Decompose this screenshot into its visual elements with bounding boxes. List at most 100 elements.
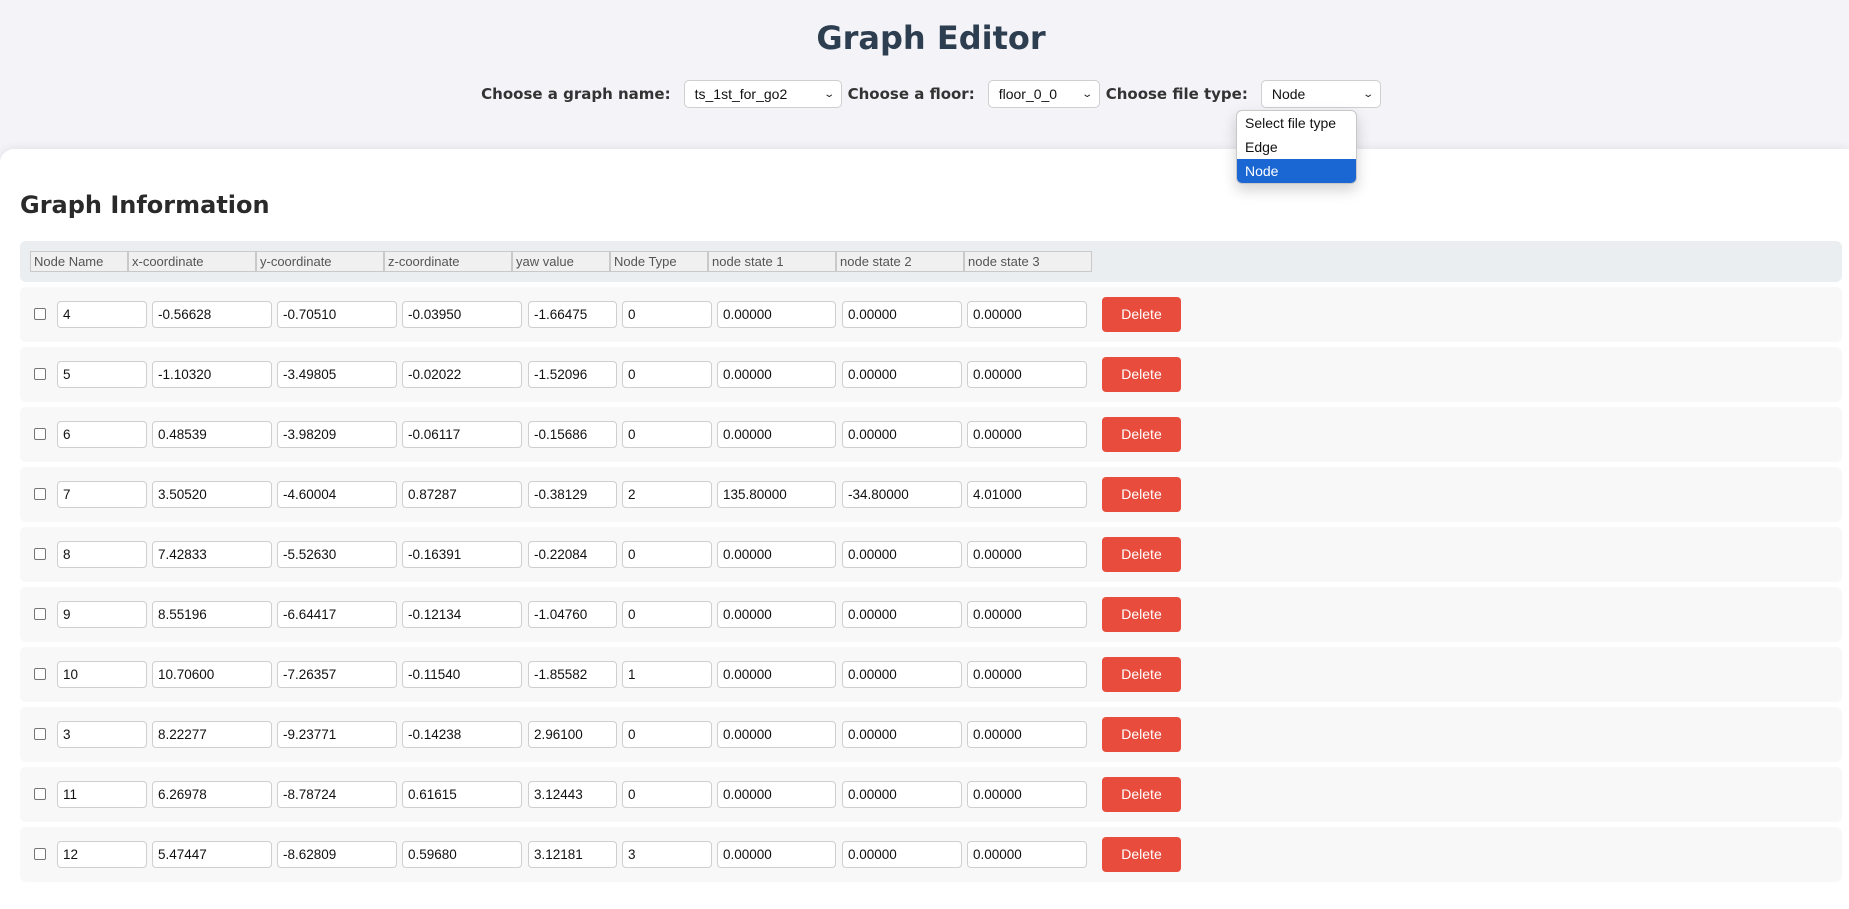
node-name-input[interactable]: 11 [57,781,147,808]
node-state-2-input[interactable]: 0.00000 [842,721,962,748]
delete-button[interactable]: Delete [1102,597,1181,632]
y-coordinate-input[interactable]: -6.64417 [277,601,397,628]
node-name-input[interactable]: 6 [57,421,147,448]
yaw-input[interactable]: -0.22084 [528,541,617,568]
delete-button[interactable]: Delete [1102,537,1181,572]
node-state-3-input[interactable]: 0.00000 [967,541,1087,568]
node-state-1-input[interactable]: 0.00000 [717,601,836,628]
node-state-1-input[interactable]: 0.00000 [717,841,836,868]
x-coordinate-input[interactable]: 3.50520 [152,481,272,508]
row-select-checkbox[interactable] [34,548,46,560]
delete-button[interactable]: Delete [1102,297,1181,332]
yaw-input[interactable]: -1.04760 [528,601,617,628]
x-coordinate-input[interactable]: 8.55196 [152,601,272,628]
file-type-select[interactable]: Node ⌄ [1260,80,1381,108]
yaw-input[interactable]: -0.38129 [528,481,617,508]
node-state-1-input[interactable]: 0.00000 [717,721,836,748]
z-coordinate-input[interactable]: -0.16391 [402,541,522,568]
node-name-input[interactable]: 10 [57,661,147,688]
row-select-checkbox[interactable] [34,788,46,800]
floor-select[interactable]: floor_0_0 ⌄ [987,80,1100,108]
node-type-input[interactable]: 2 [622,481,712,508]
node-state-1-input[interactable]: 0.00000 [717,661,836,688]
z-coordinate-input[interactable]: -0.11540 [402,661,522,688]
delete-button[interactable]: Delete [1102,357,1181,392]
y-coordinate-input[interactable]: -0.70510 [277,301,397,328]
row-select-checkbox[interactable] [34,428,46,440]
delete-button[interactable]: Delete [1102,777,1181,812]
node-name-input[interactable]: 3 [57,721,147,748]
node-state-3-input[interactable]: 0.00000 [967,601,1087,628]
x-coordinate-input[interactable]: 8.22277 [152,721,272,748]
file-type-option-edge[interactable]: Edge [1237,135,1356,159]
yaw-input[interactable]: -0.15686 [528,421,617,448]
node-state-2-input[interactable]: 0.00000 [842,781,962,808]
row-select-checkbox[interactable] [34,368,46,380]
node-state-3-input[interactable]: 0.00000 [967,781,1087,808]
z-coordinate-input[interactable]: -0.03950 [402,301,522,328]
graph-name-select[interactable]: ts_1st_for_go2 ⌄ [683,80,842,108]
y-coordinate-input[interactable]: -7.26357 [277,661,397,688]
z-coordinate-input[interactable]: 0.59680 [402,841,522,868]
delete-button[interactable]: Delete [1102,657,1181,692]
x-coordinate-input[interactable]: -0.56628 [152,301,272,328]
x-coordinate-input[interactable]: 6.26978 [152,781,272,808]
node-state-1-input[interactable]: 0.00000 [717,361,836,388]
node-type-input[interactable]: 0 [622,601,712,628]
row-select-checkbox[interactable] [34,848,46,860]
node-state-2-input[interactable]: 0.00000 [842,541,962,568]
y-coordinate-input[interactable]: -3.98209 [277,421,397,448]
delete-button[interactable]: Delete [1102,417,1181,452]
node-state-2-input[interactable]: 0.00000 [842,301,962,328]
node-type-input[interactable]: 0 [622,301,712,328]
yaw-input[interactable]: -1.52096 [528,361,617,388]
node-state-3-input[interactable]: 0.00000 [967,301,1087,328]
node-name-input[interactable]: 8 [57,541,147,568]
file-type-option-select[interactable]: Select file type [1237,111,1356,135]
node-state-2-input[interactable]: 0.00000 [842,841,962,868]
node-state-3-input[interactable]: 0.00000 [967,361,1087,388]
node-state-2-input[interactable]: 0.00000 [842,361,962,388]
node-type-input[interactable]: 0 [622,781,712,808]
x-coordinate-input[interactable]: 5.47447 [152,841,272,868]
yaw-input[interactable]: 2.96100 [528,721,617,748]
y-coordinate-input[interactable]: -8.78724 [277,781,397,808]
node-name-input[interactable]: 4 [57,301,147,328]
node-state-2-input[interactable]: 0.00000 [842,661,962,688]
node-type-input[interactable]: 0 [622,361,712,388]
node-type-input[interactable]: 3 [622,841,712,868]
z-coordinate-input[interactable]: 0.61615 [402,781,522,808]
node-type-input[interactable]: 1 [622,661,712,688]
z-coordinate-input[interactable]: -0.12134 [402,601,522,628]
yaw-input[interactable]: -1.85582 [528,661,617,688]
row-select-checkbox[interactable] [34,668,46,680]
node-name-input[interactable]: 12 [57,841,147,868]
node-state-3-input[interactable]: 0.00000 [967,661,1087,688]
y-coordinate-input[interactable]: -9.23771 [277,721,397,748]
yaw-input[interactable]: -1.66475 [528,301,617,328]
node-name-input[interactable]: 9 [57,601,147,628]
node-name-input[interactable]: 7 [57,481,147,508]
z-coordinate-input[interactable]: -0.02022 [402,361,522,388]
node-type-input[interactable]: 0 [622,541,712,568]
node-name-input[interactable]: 5 [57,361,147,388]
row-select-checkbox[interactable] [34,308,46,320]
z-coordinate-input[interactable]: -0.14238 [402,721,522,748]
node-state-2-input[interactable]: 0.00000 [842,601,962,628]
z-coordinate-input[interactable]: -0.06117 [402,421,522,448]
node-state-2-input[interactable]: -34.80000 [842,481,962,508]
node-state-1-input[interactable]: 0.00000 [717,301,836,328]
node-state-3-input[interactable]: 0.00000 [967,421,1087,448]
row-select-checkbox[interactable] [34,488,46,500]
node-type-input[interactable]: 0 [622,421,712,448]
node-state-1-input[interactable]: 135.80000 [717,481,836,508]
z-coordinate-input[interactable]: 0.87287 [402,481,522,508]
node-state-3-input[interactable]: 0.00000 [967,721,1087,748]
yaw-input[interactable]: 3.12443 [528,781,617,808]
delete-button[interactable]: Delete [1102,477,1181,512]
y-coordinate-input[interactable]: -8.62809 [277,841,397,868]
y-coordinate-input[interactable]: -5.52630 [277,541,397,568]
row-select-checkbox[interactable] [34,608,46,620]
node-state-1-input[interactable]: 0.00000 [717,781,836,808]
y-coordinate-input[interactable]: -3.49805 [277,361,397,388]
